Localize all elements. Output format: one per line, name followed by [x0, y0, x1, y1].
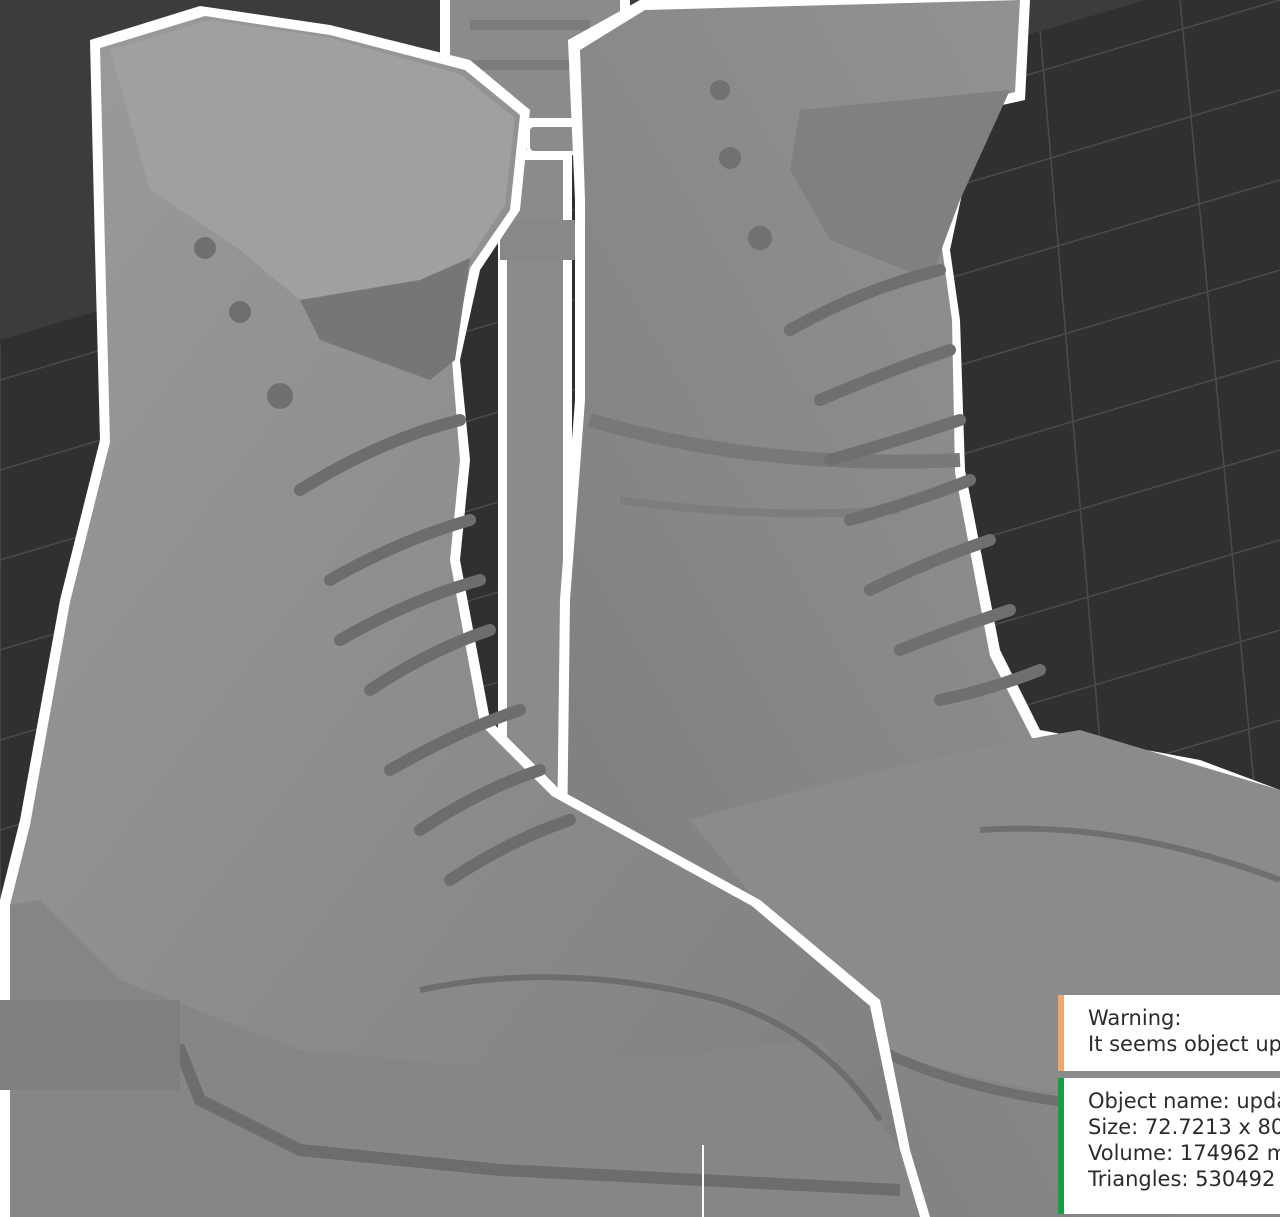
object-size-line: Size: 72.7213 x 80.4: [1088, 1115, 1280, 1139]
warning-notification[interactable]: Warning: It seems object upd: [1058, 995, 1280, 1071]
object-volume-line: Volume: 174962 mr: [1088, 1141, 1280, 1165]
object-name-line: Object name: updat: [1088, 1089, 1280, 1113]
object-triangles-line: Triangles: 530492: [1088, 1167, 1276, 1191]
warning-message: It seems object upd: [1088, 1032, 1280, 1056]
warning-title: Warning:: [1088, 1006, 1182, 1030]
object-info-panel: Object name: updat Size: 72.7213 x 80.4 …: [1058, 1078, 1280, 1214]
